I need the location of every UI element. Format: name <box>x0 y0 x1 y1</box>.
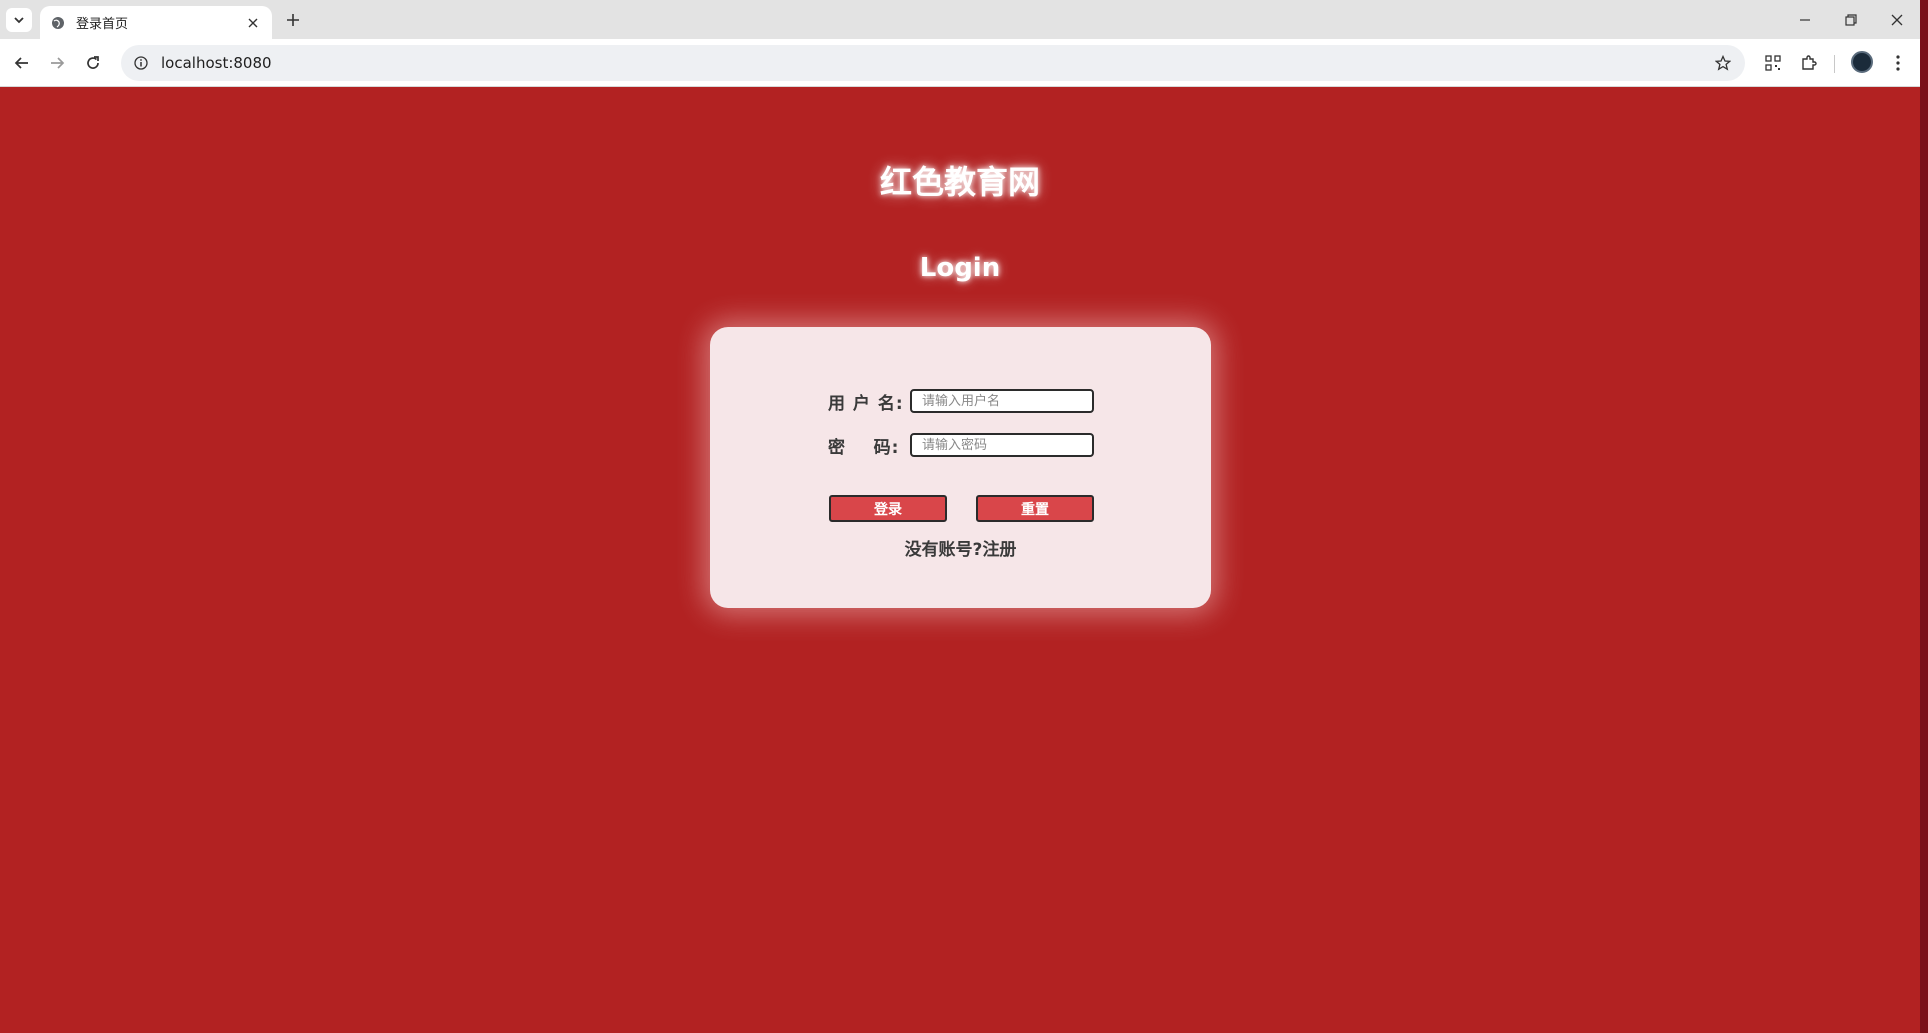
back-button[interactable] <box>8 49 36 77</box>
password-row: 密 码: <box>828 432 1094 458</box>
minimize-button[interactable] <box>1790 8 1820 32</box>
forward-button[interactable] <box>43 49 71 77</box>
tab-list-button[interactable] <box>6 8 32 32</box>
chevron-down-icon <box>14 17 24 24</box>
no-account-text: 没有账号? <box>904 540 983 560</box>
toolbar-divider <box>1834 55 1835 73</box>
kebab-menu-icon[interactable] <box>1886 51 1910 75</box>
username-row: 用 户 名: <box>828 388 1094 414</box>
close-icon[interactable] <box>244 14 262 32</box>
qr-code-icon[interactable] <box>1761 51 1785 75</box>
address-bar[interactable]: localhost:8080 <box>121 45 1745 81</box>
arrow-left-icon <box>14 57 28 69</box>
restore-button[interactable] <box>1836 8 1866 32</box>
page-content: 红色教育网 Login 用 户 名: 密 码: 登录 重置 没有账号?注册 <box>0 87 1920 1033</box>
login-heading: Login <box>919 253 1001 283</box>
reset-button[interactable]: 重置 <box>976 495 1094 522</box>
close-icon <box>1891 14 1903 26</box>
star-icon[interactable] <box>1713 53 1733 73</box>
username-label: 用 户 名: <box>828 393 904 414</box>
url-text[interactable]: localhost:8080 <box>161 54 1713 72</box>
close-window-button[interactable] <box>1882 8 1912 32</box>
username-input[interactable] <box>910 389 1094 413</box>
site-title: 红色教育网 <box>879 163 1040 201</box>
globe-icon <box>50 15 66 31</box>
password-input[interactable] <box>910 433 1094 457</box>
minimize-icon <box>1800 19 1810 21</box>
info-icon[interactable] <box>133 55 149 71</box>
reload-icon <box>87 56 99 69</box>
password-label: 密 码: <box>828 437 900 458</box>
plus-icon <box>287 14 299 26</box>
browser-toolbar: localhost:8080 <box>0 39 1928 87</box>
login-card: 用 户 名: 密 码: 登录 重置 没有账号?注册 <box>710 327 1211 608</box>
window-edge <box>1920 0 1928 1033</box>
tab-title: 登录首页 <box>76 17 129 32</box>
restore-icon <box>1845 14 1857 26</box>
register-prompt: 没有账号?注册 <box>710 535 1211 560</box>
avatar[interactable] <box>1851 51 1873 73</box>
puzzle-icon[interactable] <box>1797 51 1821 75</box>
login-button[interactable]: 登录 <box>829 495 947 522</box>
arrow-right-icon <box>51 57 65 69</box>
new-tab-button[interactable] <box>282 9 304 31</box>
register-link[interactable]: 注册 <box>982 540 1016 560</box>
reload-button[interactable] <box>79 49 107 77</box>
browser-tab[interactable]: 登录首页 <box>40 6 272 39</box>
browser-tab-bar: 登录首页 <box>0 0 1928 39</box>
